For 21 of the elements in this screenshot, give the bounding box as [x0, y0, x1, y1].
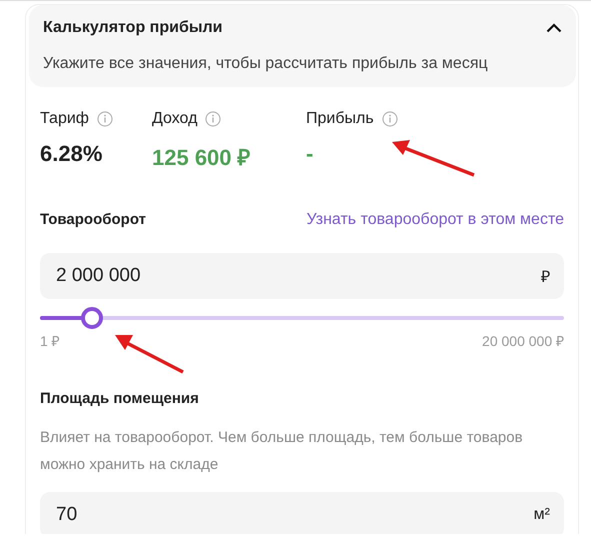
min-value: 1 ₽ [40, 332, 60, 350]
info-icon[interactable] [96, 111, 113, 127]
stat-label: Доход [152, 110, 198, 128]
field-label: Товарооборот [40, 211, 146, 229]
slider-thumb[interactable] [81, 307, 104, 329]
stat-label: Тариф [40, 110, 89, 128]
subtitle: Укажите все значения, чтобы рассчитать прибыль за месяц [43, 55, 489, 73]
calculator-title: Калькулятор прибыли [43, 19, 222, 37]
info-icon[interactable] [382, 111, 398, 127]
stat-value: 125 600 ₽ [152, 144, 252, 171]
turnover-link[interactable]: Узнать товарооборот в этом месте [306, 211, 564, 229]
chevron-icon[interactable] [546, 23, 562, 33]
max-value: 20 000 000 ₽ [482, 332, 564, 350]
stat-label: Прибыль [306, 110, 374, 128]
stat-value: 6.28% [40, 141, 104, 167]
info-icon[interactable] [205, 111, 222, 127]
turnover-field[interactable]: 2 000 000 ₽ [40, 253, 564, 299]
field-hint: Влияет на товарооборот. Чем больше площадь, тем больше товаров можно хранить на складе [40, 428, 524, 475]
annotation-arrow [113, 332, 185, 374]
field-label: Площадь помещения [40, 390, 200, 407]
stat-value: - [306, 141, 314, 167]
